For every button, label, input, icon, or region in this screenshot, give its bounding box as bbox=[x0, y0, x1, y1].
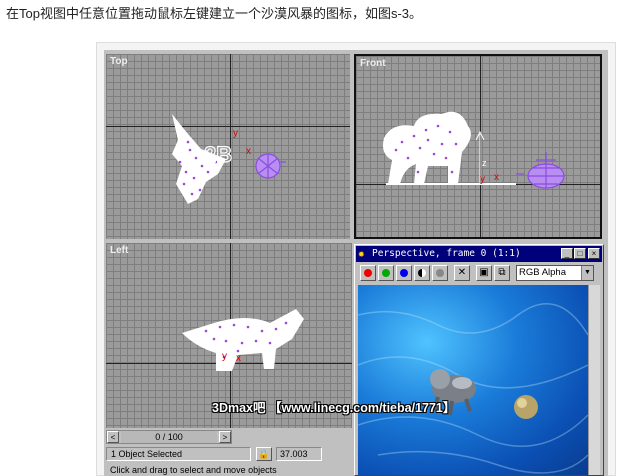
chevron-down-icon: ▼ bbox=[581, 266, 593, 280]
desert-storm-icon-top bbox=[255, 153, 286, 179]
front-z-axis-label: z bbox=[482, 158, 487, 168]
frame-counter: 0 / 100 bbox=[121, 431, 217, 443]
green-channel-button[interactable] bbox=[378, 265, 394, 281]
watermark-text: 3Dmax吧 【www.linecg.com/tieba/1771】 bbox=[212, 401, 456, 415]
minimize-button[interactable]: _ bbox=[561, 248, 573, 259]
clone-icon[interactable]: ⧉ bbox=[494, 265, 510, 281]
logo-3d-outline: 2B bbox=[204, 142, 232, 167]
selection-status: 1 Object Selected bbox=[106, 447, 251, 461]
left-y-axis-label: y bbox=[222, 351, 227, 362]
clear-icon[interactable]: ✕ bbox=[454, 265, 470, 281]
particle-creature-front bbox=[383, 111, 471, 184]
prompt-line: Click and drag to select and move object… bbox=[106, 464, 346, 476]
close-button[interactable]: × bbox=[588, 248, 600, 259]
top-scene-objects: 2B y x bbox=[172, 114, 286, 204]
sun-icon: ✹ bbox=[358, 247, 365, 260]
particle-creature-left bbox=[182, 309, 304, 371]
viewport-top[interactable]: Top 2B y x bbox=[106, 54, 350, 239]
maximize-button[interactable]: □ bbox=[574, 248, 586, 259]
render-toolbar: ✕ ▣ ⧉ RGB Alpha ▼ bbox=[356, 263, 602, 283]
next-frame-button[interactable]: > bbox=[219, 431, 231, 443]
render-scrollbar[interactable] bbox=[588, 285, 600, 475]
blue-channel-button[interactable] bbox=[396, 265, 412, 281]
left-x-axis-label: x bbox=[236, 353, 241, 364]
render-scene bbox=[358, 303, 588, 474]
mono-channel-button[interactable] bbox=[414, 265, 430, 281]
render-output bbox=[358, 285, 588, 475]
coordinate-field[interactable]: 37.003 bbox=[276, 447, 322, 461]
front-y-axis-label: y bbox=[480, 174, 485, 185]
front-x-axis-label: x bbox=[494, 172, 499, 183]
lock-icon[interactable]: 🔒 bbox=[256, 447, 272, 461]
top-x-axis-label: x bbox=[246, 146, 251, 157]
perspective-render-window[interactable]: ✹ Perspective, frame 0 (1:1) _ □ × ✕ ▣ ⧉… bbox=[354, 244, 604, 476]
prev-frame-button[interactable]: < bbox=[107, 431, 119, 443]
rendered-sphere bbox=[514, 395, 538, 419]
perspective-title-text: Perspective, frame 0 (1:1) bbox=[372, 248, 521, 259]
front-scene-objects: z y x bbox=[383, 111, 565, 189]
desert-storm-icon-front bbox=[516, 152, 565, 189]
caption-text: 在Top视图中任意位置拖动鼠标左键建立一个沙漠风暴的图标，如图s-3。 bbox=[6, 6, 423, 21]
channel-value: RGB Alpha bbox=[519, 267, 566, 278]
save-icon[interactable]: ▣ bbox=[476, 265, 492, 281]
top-y-axis-label: y bbox=[233, 128, 238, 139]
viewport-front[interactable]: Front z y x bbox=[354, 54, 602, 239]
alpha-channel-button[interactable] bbox=[432, 265, 448, 281]
channel-dropdown[interactable]: RGB Alpha ▼ bbox=[516, 265, 594, 281]
red-channel-button[interactable] bbox=[360, 265, 376, 281]
time-slider[interactable]: < 0 / 100 > bbox=[106, 430, 232, 444]
